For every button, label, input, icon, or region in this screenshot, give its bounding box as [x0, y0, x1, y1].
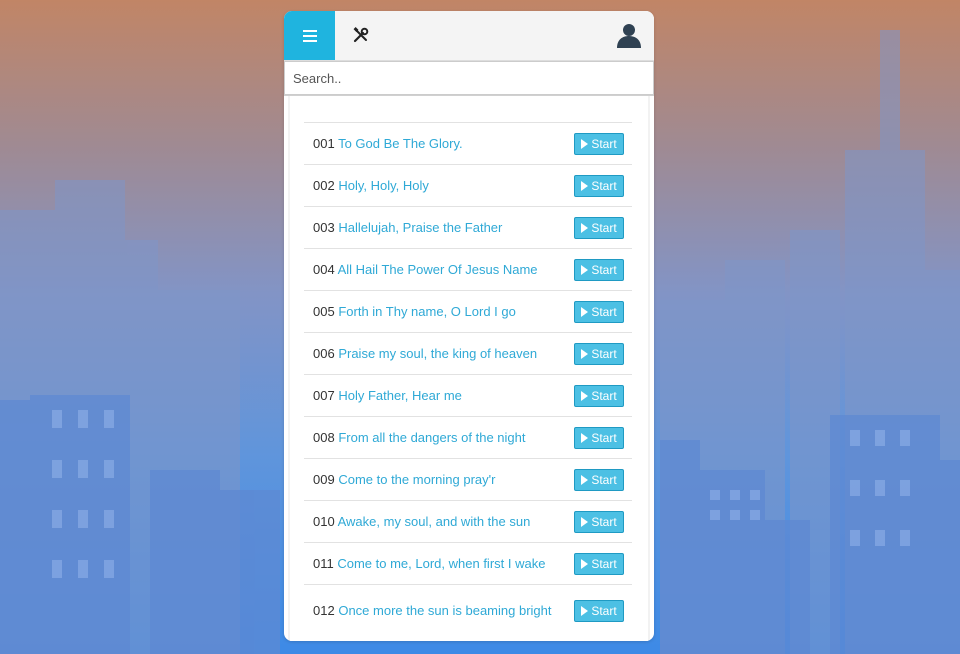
hymn-text: 004 All Hail The Power Of Jesus Name [313, 261, 558, 279]
hymn-row: 010 Awake, my soul, and with the sun Star… [304, 500, 632, 542]
hymn-text: 011 Come to me, Lord, when first I wake [313, 555, 558, 573]
hymn-row: 005 Forth in Thy name, O Lord I go Start [304, 290, 632, 332]
play-icon [581, 516, 589, 527]
hymn-title-link[interactable]: Forth in Thy name, O Lord I go [338, 304, 516, 319]
start-button[interactable]: Start [574, 132, 624, 155]
start-button[interactable]: Start [574, 258, 624, 281]
search-bar [284, 60, 654, 96]
hymn-text: 007 Holy Father, Hear me [313, 387, 558, 405]
start-button-label: Start [591, 514, 617, 529]
start-button[interactable]: Start [574, 468, 624, 491]
play-icon [581, 264, 589, 275]
play-icon [581, 558, 589, 569]
hymn-title-link[interactable]: Holy Father, Hear me [338, 388, 462, 403]
play-icon [581, 306, 589, 317]
hymn-number: 010 [313, 513, 335, 529]
hymn-number: 007 [313, 387, 335, 403]
hymn-title-link[interactable]: All Hail The Power Of Jesus Name [338, 262, 538, 277]
start-button[interactable]: Start [574, 174, 624, 197]
start-button-label: Start [591, 136, 617, 151]
hymn-title-link[interactable]: To God Be The Glory. [338, 136, 463, 151]
start-button[interactable]: Start [574, 600, 624, 622]
hymn-number: 004 [313, 261, 335, 277]
hymn-text: 002 Holy, Holy, Holy [313, 177, 558, 195]
user-icon [617, 23, 641, 48]
hymn-title-link[interactable]: Holy, Holy, Holy [338, 178, 429, 193]
menu-button[interactable] [284, 11, 335, 60]
start-button[interactable]: Start [574, 384, 624, 407]
hymn-text: 012 Once more the sun is beaming bright [313, 602, 558, 620]
hamburger-icon [302, 29, 317, 42]
start-button[interactable]: Start [574, 426, 624, 449]
hymn-number: 009 [313, 471, 335, 487]
hymn-number: 005 [313, 303, 335, 319]
hymn-title-link[interactable]: From all the dangers of the night [338, 430, 525, 445]
play-icon [581, 390, 589, 401]
search-input[interactable] [284, 61, 654, 95]
hymn-list-frame: 001 To God Be The Glory. Start 002 Holy, H… [288, 96, 650, 641]
user-button[interactable] [614, 20, 644, 50]
start-button-label: Start [591, 556, 617, 571]
tools-icon [353, 27, 369, 43]
hymn-title-link[interactable]: Come to me, Lord, when first I wake [337, 556, 545, 571]
play-icon [581, 180, 589, 191]
hymn-number: 012 [313, 603, 335, 618]
start-button[interactable]: Start [574, 216, 624, 239]
hymn-text: 008 From all the dangers of the night [313, 429, 558, 447]
hymn-number: 006 [313, 345, 335, 361]
play-icon [581, 138, 589, 149]
hymn-text: 001 To God Be The Glory. [313, 135, 558, 153]
start-button-label: Start [591, 178, 617, 193]
hymn-text: 006 Praise my soul, the king of heaven [313, 345, 558, 363]
tools-button[interactable] [348, 22, 374, 48]
start-button[interactable]: Start [574, 342, 624, 365]
top-toolbar [284, 11, 654, 60]
hymn-number: 008 [313, 429, 335, 445]
hymn-text: 003 Hallelujah, Praise the Father [313, 219, 558, 237]
hymn-text: 010 Awake, my soul, and with the sun [313, 513, 558, 531]
start-button[interactable]: Start [574, 552, 624, 575]
hymn-row: 011 Come to me, Lord, when first I wake S… [304, 542, 632, 584]
hymn-number: 011 [313, 555, 334, 571]
hymn-title-link[interactable]: Hallelujah, Praise the Father [338, 220, 502, 235]
start-button-label: Start [591, 472, 617, 487]
hymn-row: 002 Holy, Holy, Holy Start [304, 164, 632, 206]
hymn-row: 012 Once more the sun is beaming bright S… [304, 584, 632, 637]
hymn-row: 007 Holy Father, Hear me Start [304, 374, 632, 416]
play-icon [581, 348, 589, 359]
hymn-row: 006 Praise my soul, the king of heaven St… [304, 332, 632, 374]
start-button-label: Start [591, 388, 617, 403]
hymn-row: 001 To God Be The Glory. Start [304, 122, 632, 164]
hymn-title-link[interactable]: Praise my soul, the king of heaven [338, 346, 537, 361]
start-button-label: Start [591, 346, 617, 361]
play-icon [581, 432, 589, 443]
play-icon [581, 222, 589, 233]
start-button-label: Start [591, 304, 617, 319]
hymn-row: 004 All Hail The Power Of Jesus Name Star… [304, 248, 632, 290]
hymn-row: 003 Hallelujah, Praise the Father Start [304, 206, 632, 248]
hymn-list-container: 001 To God Be The Glory. Start 002 Holy, H… [290, 96, 648, 641]
hymn-title-link[interactable]: Awake, my soul, and with the sun [338, 514, 531, 529]
hymn-app-panel: 001 To God Be The Glory.Start002 Holy, H… [284, 11, 654, 641]
play-icon [581, 474, 589, 485]
hymn-text: 009 Come to the morning pray'r [313, 471, 558, 489]
start-button[interactable]: Start [574, 510, 624, 533]
hymn-title-link[interactable]: Come to the morning pray'r [338, 472, 495, 487]
hymn-number: 002 [313, 177, 335, 193]
start-button[interactable]: Start [574, 300, 624, 323]
start-button-label: Start [591, 262, 617, 277]
hymn-title-link[interactable]: Once more the sun is beaming bright [338, 603, 551, 618]
play-icon [581, 606, 589, 616]
hymn-text: 005 Forth in Thy name, O Lord I go [313, 303, 558, 321]
start-button-label: Start [591, 220, 617, 235]
start-button-label: Start [591, 604, 617, 618]
start-button-label: Start [591, 430, 617, 445]
hymn-row: 009 Come to the morning pray'r Start [304, 458, 632, 500]
hymn-number: 003 [313, 219, 335, 235]
hymn-number: 001 [313, 135, 335, 151]
hymn-list: 001 To God Be The Glory. Start 002 Holy, H… [304, 122, 632, 637]
hymn-row: 008 From all the dangers of the night Sta… [304, 416, 632, 458]
